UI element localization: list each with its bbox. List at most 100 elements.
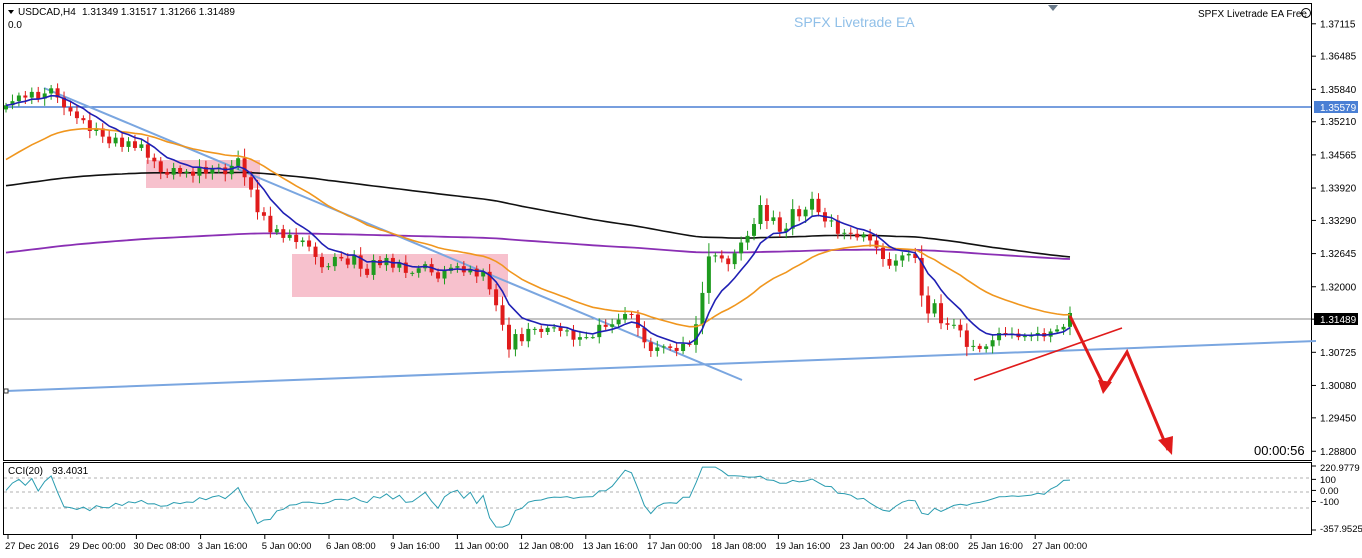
candle-body [616, 319, 621, 325]
candle-body [880, 247, 885, 259]
candle-body [951, 324, 956, 326]
candle-body [261, 212, 266, 216]
candle-body [513, 334, 518, 350]
candle-body [345, 258, 350, 265]
candle-body [893, 260, 898, 266]
candle-body [132, 141, 137, 148]
candle-body [887, 258, 892, 266]
candle-body [352, 255, 357, 265]
candle-body [752, 224, 757, 236]
candle-body [36, 91, 41, 99]
symbol-label: USDCAD,H4 [18, 7, 76, 18]
candle-body [158, 161, 163, 173]
candle-body [700, 292, 705, 325]
price-axis: 1.37115 1.36485 1.35840 1.35210 1.34565 1.339… [1311, 19, 1357, 458]
candle-body [1055, 329, 1060, 332]
price-tick-label: 1.36485 [1320, 52, 1357, 63]
candle-body [145, 144, 150, 158]
candle-body [268, 215, 273, 233]
candle-body [416, 268, 421, 273]
candle-body [732, 253, 737, 265]
candle-body [990, 340, 995, 347]
candle-body [771, 217, 776, 221]
candle-body [719, 255, 724, 259]
candle-body [932, 303, 937, 314]
candle-body [842, 232, 847, 234]
time-tick-label: 17 Jan 00:00 [647, 541, 702, 552]
candle-body [926, 295, 931, 314]
candle-body [287, 234, 292, 238]
time-tick-label: 3 Jan 16:00 [198, 541, 248, 552]
candle-body [23, 95, 28, 98]
candle-body [635, 314, 640, 328]
candle-body [610, 324, 615, 327]
candle-body [603, 324, 608, 327]
candle-body [655, 347, 660, 352]
candle-body [313, 246, 318, 257]
candle-body [255, 189, 260, 213]
candle-body [861, 234, 866, 238]
candle-body [1061, 326, 1066, 330]
candle-body [74, 111, 79, 119]
trendline-anchor-handle[interactable] [3, 388, 9, 394]
time-tick-label: 19 Jan 16:00 [775, 541, 830, 552]
candle-body [777, 217, 782, 232]
price-tick-label: 1.35840 [1320, 85, 1357, 96]
candle-body [681, 343, 686, 352]
candle-body [519, 334, 524, 342]
candle-body [68, 107, 73, 112]
time-tick-label: 23 Jan 00:00 [840, 541, 895, 552]
candle-body [184, 171, 189, 174]
candle-body [642, 327, 647, 343]
candle-body [332, 256, 337, 267]
candle-body [577, 337, 582, 340]
candle-body [223, 167, 228, 175]
candle-body [797, 209, 802, 217]
candle-body [236, 158, 241, 166]
candle-body [900, 255, 905, 261]
cci-tick-label: 220.9779 [1320, 463, 1360, 474]
time-tick-label: 12 Jan 08:00 [519, 541, 574, 552]
price-tick-label: 1.33920 [1320, 184, 1357, 195]
candle-body [526, 328, 531, 342]
candle-body [300, 240, 305, 243]
candle-body [571, 330, 576, 340]
candle-body [584, 337, 589, 339]
candle-body [971, 345, 976, 347]
candle-body [436, 272, 441, 279]
candle-body [152, 157, 157, 162]
candle-body [365, 268, 370, 275]
candle-body [274, 229, 279, 233]
time-tick-label: 29 Dec 00:00 [69, 541, 126, 552]
cci-tick-label: 100 [1320, 475, 1336, 486]
cci-axis: 220.97791000.00-100 -357.9525 [1311, 463, 1362, 535]
candle-body [958, 324, 963, 331]
candle-body [539, 328, 544, 332]
bar-countdown: 00:00:56 [1254, 443, 1305, 458]
candle-body [706, 256, 711, 293]
time-axis: 27 Dec 2016 29 Dec 00:00 30 Dec 08:00 3 Jan… [5, 535, 1087, 552]
candle-body [120, 137, 125, 147]
candle-body [803, 209, 808, 217]
candle-body [623, 313, 628, 320]
candle-body [178, 167, 183, 174]
candle-body [81, 118, 86, 121]
candle-body [726, 258, 731, 265]
candle-body [49, 88, 54, 94]
candle-body [816, 198, 821, 213]
current-price-text: 1.31489 [1320, 315, 1357, 326]
candle-body [319, 256, 324, 268]
ea-badge: SPFX Livetrade EA Free [1198, 9, 1307, 20]
price-tick-label: 1.32645 [1320, 249, 1357, 260]
candle-body [739, 242, 744, 254]
candle-body [674, 347, 679, 352]
price-tick-label: 1.34565 [1320, 150, 1357, 161]
time-tick-label: 18 Jan 08:00 [711, 541, 766, 552]
candle-body [868, 234, 873, 241]
trading-chart[interactable]: 1.37115 1.36485 1.35840 1.35210 1.34565 1.339… [0, 0, 1362, 558]
candle-body [229, 165, 234, 175]
candle-body [545, 327, 550, 332]
cci-tick-label: -357.9525 [1320, 524, 1362, 535]
cci-label: CCI(20) [8, 466, 43, 477]
candle-body [552, 327, 557, 329]
